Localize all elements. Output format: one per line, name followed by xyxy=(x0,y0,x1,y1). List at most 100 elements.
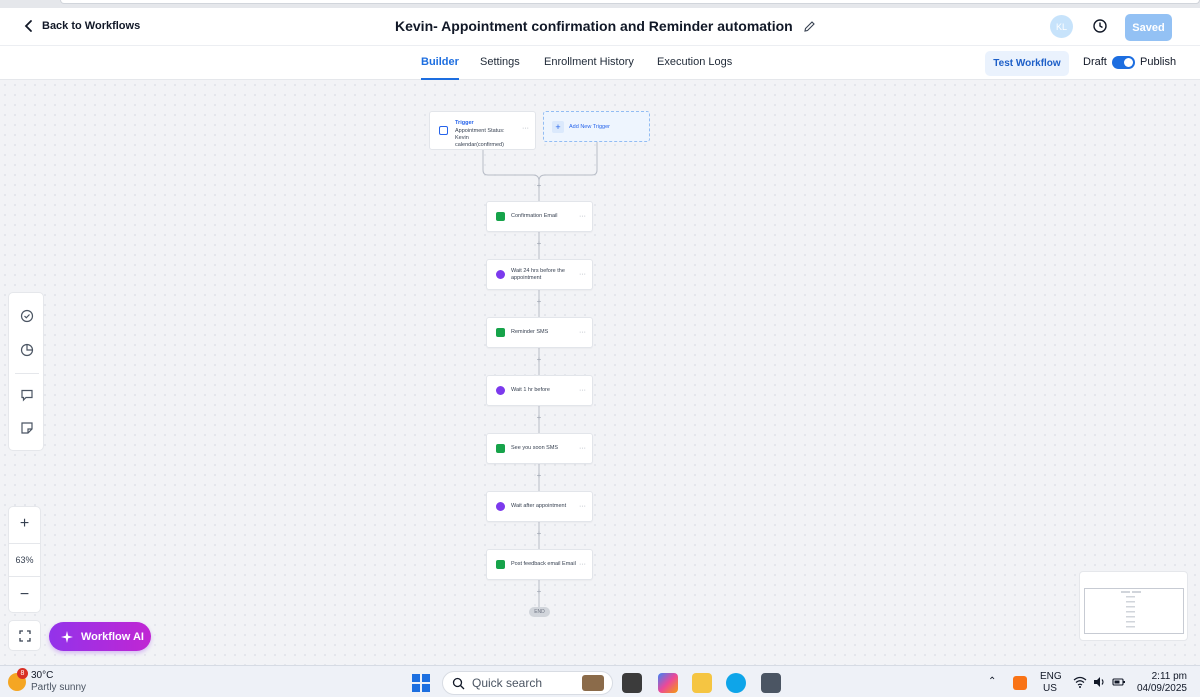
toggle-knob xyxy=(1124,58,1133,67)
add-step-plus-icon[interactable]: + xyxy=(535,588,543,596)
region-code: US xyxy=(1043,683,1057,694)
add-step-plus-icon[interactable]: + xyxy=(535,182,543,190)
step-node[interactable]: Wait after appointment ··· xyxy=(486,491,593,522)
taskbar-search-box[interactable]: Quick search xyxy=(442,671,613,695)
system-clock[interactable]: 2:11 pm 04/09/2025 xyxy=(1135,671,1187,695)
tray-app-icon[interactable] xyxy=(1013,676,1027,690)
sms-icon xyxy=(496,328,505,337)
trigger-menu-icon[interactable]: ··· xyxy=(522,125,529,132)
browser-top-strip xyxy=(0,0,1200,8)
language-indicator[interactable]: ENG US xyxy=(1040,671,1062,695)
step-label: Post feedback email Email xyxy=(511,561,576,567)
step-menu-icon[interactable]: ··· xyxy=(579,561,586,568)
step-menu-icon[interactable]: ··· xyxy=(579,445,586,452)
expand-icon xyxy=(18,629,31,642)
partly-sunny-icon: 8 xyxy=(8,668,28,691)
step-menu-icon[interactable]: ··· xyxy=(579,329,586,336)
zoom-out-button[interactable]: − xyxy=(9,578,40,612)
weather-widget[interactable]: 8 30°C Partly sunny xyxy=(8,668,87,694)
sticky-note-icon[interactable] xyxy=(20,421,34,435)
toolbar-divider xyxy=(15,373,39,374)
weather-condition: Partly sunny xyxy=(31,682,87,693)
search-highlight-icon xyxy=(582,675,604,691)
connector-lines xyxy=(482,142,598,607)
fit-to-screen-button[interactable] xyxy=(8,620,41,651)
search-icon xyxy=(452,677,465,689)
workflow-ai-button[interactable]: Workflow AI xyxy=(49,622,151,651)
windows-taskbar: 8 30°C Partly sunny Quick search ⌃ ENG U… xyxy=(0,665,1200,697)
workflow-ai-label: Workflow AI xyxy=(81,630,144,643)
saved-button[interactable]: Saved xyxy=(1125,14,1172,41)
tab-builder[interactable]: Builder xyxy=(421,56,459,80)
pencil-edit-icon[interactable] xyxy=(803,20,816,33)
zoom-in-button[interactable]: + xyxy=(9,507,40,541)
publish-toggle[interactable] xyxy=(1112,56,1135,69)
add-step-plus-icon[interactable]: + xyxy=(535,298,543,306)
step-menu-icon[interactable]: ··· xyxy=(579,503,586,510)
back-to-workflows-link[interactable]: Back to Workflows xyxy=(22,19,140,33)
minimap-preview xyxy=(1121,591,1141,628)
check-circle-icon[interactable] xyxy=(20,309,34,323)
workflow-canvas[interactable]: Trigger Appointment Status: Kevin calend… xyxy=(0,80,1200,665)
tab-execution-logs[interactable]: Execution Logs xyxy=(657,56,732,80)
comment-icon[interactable] xyxy=(20,388,34,402)
add-step-plus-icon[interactable]: + xyxy=(535,414,543,422)
language-code: ENG xyxy=(1040,671,1062,682)
battery-icon[interactable] xyxy=(1112,676,1126,691)
add-step-plus-icon[interactable]: + xyxy=(535,356,543,364)
add-trigger-label: Add New Trigger xyxy=(569,124,610,130)
test-workflow-button[interactable]: Test Workflow xyxy=(985,51,1069,76)
history-icon[interactable] xyxy=(1092,18,1108,34)
file-explorer-icon[interactable] xyxy=(692,673,712,693)
add-new-trigger-button[interactable]: + Add New Trigger xyxy=(543,111,650,142)
step-menu-icon[interactable]: ··· xyxy=(579,387,586,394)
back-label: Back to Workflows xyxy=(42,20,141,32)
step-node[interactable]: Confirmation Email ··· xyxy=(486,201,593,232)
clock-icon xyxy=(496,502,505,511)
trigger-description: Appointment Status: Kevin calendar(confi… xyxy=(455,128,505,148)
tab-enrollment-history[interactable]: Enrollment History xyxy=(544,56,634,80)
workflow-header: Back to Workflows Kevin- Appointment con… xyxy=(0,8,1200,46)
minimap[interactable] xyxy=(1079,571,1188,641)
step-label: Wait 1 hr before xyxy=(511,387,550,393)
pie-chart-icon[interactable] xyxy=(20,343,34,357)
volume-icon[interactable] xyxy=(1093,676,1107,691)
add-step-plus-icon[interactable]: + xyxy=(535,472,543,480)
chevron-up-icon[interactable]: ⌃ xyxy=(988,676,996,687)
weather-temperature: 30°C xyxy=(31,670,54,681)
copilot-icon[interactable] xyxy=(658,673,678,693)
publish-label: Publish xyxy=(1140,56,1177,68)
step-node[interactable]: Wait 24 hrs before the appointment ··· xyxy=(486,259,593,290)
zoom-controls: + 63% − xyxy=(8,506,41,613)
trigger-node[interactable]: Trigger Appointment Status: Kevin calend… xyxy=(429,111,536,150)
step-node[interactable]: Post feedback email Email ··· xyxy=(486,549,593,580)
wifi-icon[interactable] xyxy=(1073,676,1087,691)
clock-icon xyxy=(496,270,505,279)
notification-badge: 8 xyxy=(17,668,28,679)
tab-settings[interactable]: Settings xyxy=(480,56,520,80)
chevron-left-icon xyxy=(24,20,32,32)
step-node[interactable]: Reminder SMS ··· xyxy=(486,317,593,348)
step-node[interactable]: Wait 1 hr before ··· xyxy=(486,375,593,406)
calculator-icon[interactable] xyxy=(761,673,781,693)
plus-icon: + xyxy=(552,121,564,133)
side-toolbar xyxy=(8,292,44,451)
add-step-plus-icon[interactable]: + xyxy=(535,530,543,538)
step-label: Wait 24 hrs before the appointment xyxy=(511,267,565,281)
task-view-icon[interactable] xyxy=(622,673,642,693)
windows-start-icon[interactable] xyxy=(412,674,430,692)
trigger-title: Trigger xyxy=(455,120,474,126)
add-step-plus-icon[interactable]: + xyxy=(535,240,543,248)
draft-label: Draft xyxy=(1083,56,1107,68)
step-menu-icon[interactable]: ··· xyxy=(579,213,586,220)
step-node[interactable]: See you soon SMS ··· xyxy=(486,433,593,464)
workflow-title: Kevin- Appointment confirmation and Remi… xyxy=(395,18,816,34)
clock-icon xyxy=(496,386,505,395)
step-menu-icon[interactable]: ··· xyxy=(579,271,586,278)
tabs-bar: Builder Settings Enrollment History Exec… xyxy=(0,46,1200,80)
edge-browser-icon[interactable] xyxy=(726,673,746,693)
step-label: Confirmation Email xyxy=(511,213,558,219)
end-marker: END xyxy=(529,607,550,617)
clock-date: 04/09/2025 xyxy=(1136,683,1187,694)
avatar[interactable]: KL xyxy=(1050,15,1073,38)
